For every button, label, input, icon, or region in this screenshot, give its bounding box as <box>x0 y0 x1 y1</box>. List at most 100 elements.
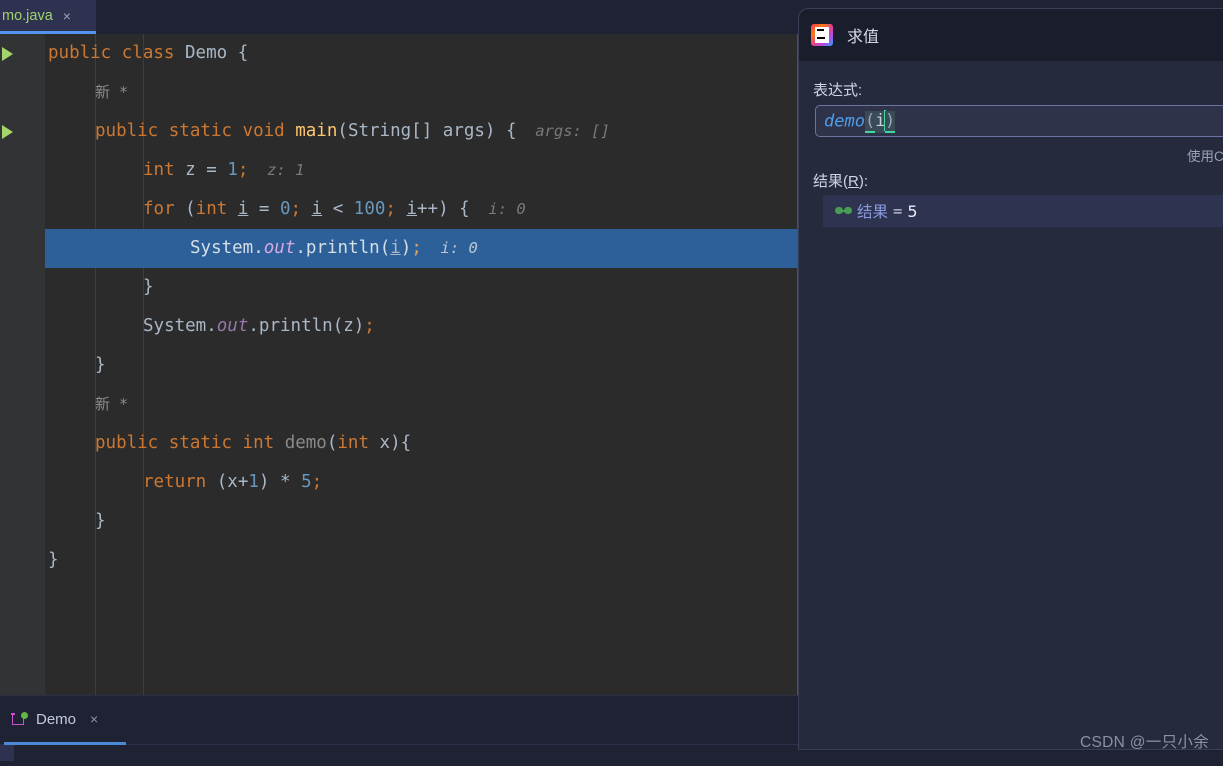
code-token: i <box>390 238 401 258</box>
code-token: ) * <box>258 472 302 492</box>
code-token: < <box>322 199 354 219</box>
code-line[interactable]: return (x+1) * 5; <box>0 463 798 502</box>
code-token: out <box>263 238 296 258</box>
evaluate-expression-dialog[interactable]: 求值 表达式: demo(i) 使用Ctr 结果(R): 结果 = 5 <box>798 8 1223 750</box>
code-token: String <box>347 121 412 141</box>
code-token: int <box>337 433 369 453</box>
code-token: . <box>248 316 259 336</box>
code-token: ; <box>290 199 312 219</box>
code-token: System <box>190 238 254 258</box>
code-line[interactable]: for (int i = 0; i < 100; i++) { i: 0 <box>0 190 798 229</box>
watermark: CSDN @一只小余 <box>1080 734 1209 751</box>
code-token: ++) { <box>417 199 470 219</box>
code-line[interactable]: int z = 1; z: 1 <box>0 151 798 190</box>
code-line[interactable]: public static void main(String[] args) {… <box>0 112 798 151</box>
code-token: for <box>143 199 175 219</box>
code-canvas[interactable]: public class Demo { 新 * public static void… <box>0 34 798 695</box>
code-text: System.out.println(z); <box>143 307 375 346</box>
editor-tab-demo-java[interactable]: mo.java × <box>0 0 96 31</box>
code-token: ) <box>400 238 412 258</box>
code-token: 1 <box>227 160 238 180</box>
result-label-prefix: 结果( <box>813 173 848 190</box>
dialog-header: 求值 <box>799 9 1223 61</box>
code-token: println <box>305 238 380 258</box>
code-line[interactable]: } <box>0 541 798 580</box>
code-text: System.out.println(i); i: 0 <box>190 229 478 268</box>
folded-comment[interactable]: 新 * <box>95 83 128 101</box>
code-token: [] <box>411 121 443 141</box>
code-token: x){ <box>369 433 412 453</box>
dialog-body: 表达式: demo(i) 使用Ctr 结果(R): 结果 = 5 <box>799 61 1223 749</box>
code-line[interactable]: 新 * <box>0 385 798 424</box>
code-token: ; <box>311 472 323 492</box>
code-text: return (x+1) * 5; <box>143 463 322 502</box>
code-token: } <box>143 277 154 297</box>
code-token: static <box>168 433 232 453</box>
editor-gutter <box>0 229 45 268</box>
folded-comment[interactable]: 新 * <box>95 395 128 413</box>
code-line[interactable]: public class Demo { <box>0 34 798 73</box>
code-token: 5 <box>301 472 312 492</box>
code-token: args <box>442 121 485 141</box>
code-line[interactable]: System.out.println(i); i: 0 <box>0 229 798 268</box>
code-token: void <box>242 121 285 141</box>
code-token: out <box>216 316 249 336</box>
code-token: ; <box>385 199 407 219</box>
result-label: 结果(R): <box>813 170 868 191</box>
code-token: class <box>121 43 175 63</box>
run-gutter-icon[interactable] <box>2 125 13 139</box>
indent-guide <box>95 229 96 268</box>
code-line[interactable]: } <box>0 268 798 307</box>
code-token: println <box>258 316 333 336</box>
code-line[interactable]: 新 * <box>0 73 798 112</box>
code-token: main <box>295 121 338 141</box>
editor-tab-strip: mo.java × <box>0 0 798 34</box>
code-token: int <box>242 433 275 453</box>
code-text: for (int i = 0; i < 100; i++) { i: 0 <box>143 190 526 229</box>
panel-divider <box>0 695 798 696</box>
code-token: i <box>406 199 418 219</box>
code-text: 新 * <box>95 73 128 112</box>
code-text: } <box>48 541 59 580</box>
inline-debug-hint: i: 0 <box>469 200 526 218</box>
tool-window-corner <box>0 745 14 761</box>
code-token: i <box>237 199 249 219</box>
run-configuration-icon <box>11 712 28 726</box>
code-line[interactable]: System.out.println(z); <box>0 307 798 346</box>
code-text: 新 * <box>95 385 128 424</box>
editor-area: mo.java × public class Demo { 新 * public s… <box>0 0 798 695</box>
code-text: } <box>95 502 106 541</box>
code-text: } <box>95 346 106 385</box>
code-token: ( <box>379 238 391 258</box>
dialog-title: 求值 <box>847 29 880 46</box>
code-token: . <box>295 238 306 258</box>
expression-prefix: demo <box>824 111 865 131</box>
close-icon[interactable]: × <box>90 711 98 727</box>
expression-input[interactable]: demo(i) <box>815 105 1223 137</box>
code-token: demo <box>284 433 327 453</box>
code-line[interactable]: } <box>0 346 798 385</box>
code-token: 100 <box>353 199 386 219</box>
run-gutter-icon[interactable] <box>2 47 13 61</box>
code-token: = <box>248 199 280 219</box>
code-token: (x+ <box>206 472 249 492</box>
code-line[interactable]: public static int demo(int x){ <box>0 424 798 463</box>
code-token: . <box>253 238 264 258</box>
result-row[interactable]: 结果 = 5 <box>823 195 1223 227</box>
inline-debug-hint: args: [] <box>516 122 610 140</box>
intellij-idea-logo-icon <box>811 24 833 46</box>
run-tab-demo[interactable]: Demo × <box>11 706 98 732</box>
inline-debug-hint: z: 1 <box>248 161 305 179</box>
code-token: int <box>195 199 228 219</box>
code-text: public static int demo(int x){ <box>95 424 411 463</box>
code-line[interactable]: } <box>0 502 798 541</box>
code-token: public <box>95 121 159 141</box>
close-icon[interactable]: × <box>63 9 71 23</box>
code-text: int z = 1; z: 1 <box>143 151 304 190</box>
result-label-suffix: ): <box>858 173 869 190</box>
